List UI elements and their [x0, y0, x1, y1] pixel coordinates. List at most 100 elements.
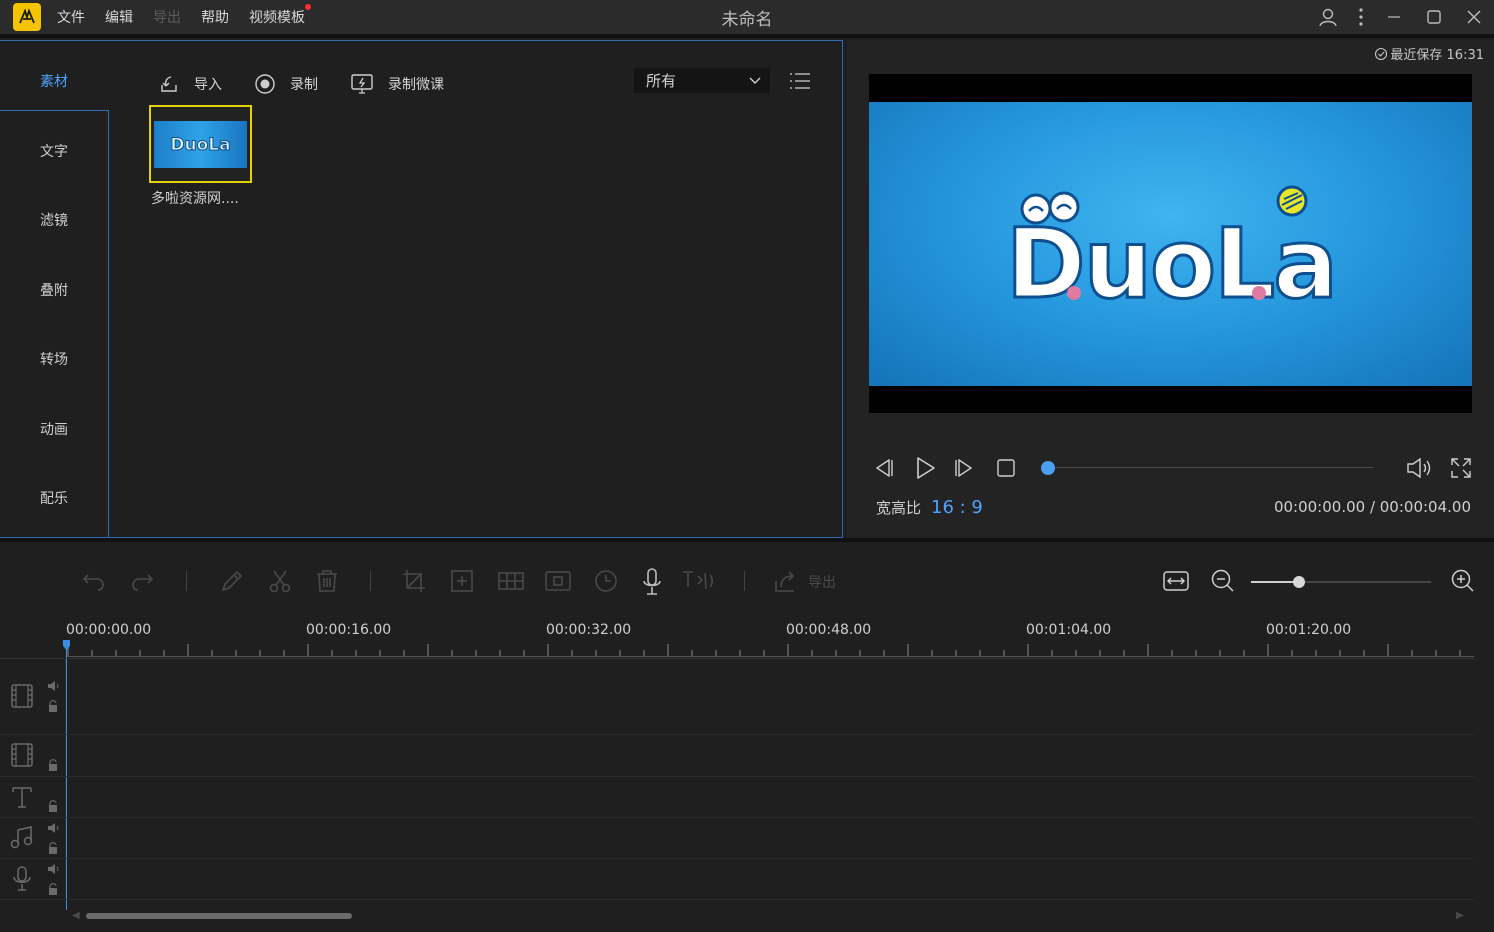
track-video-overlay[interactable] — [0, 735, 1474, 777]
ruler-label: 00:00:32.00 — [546, 622, 632, 638]
ruler-label: 00:00:16.00 — [306, 622, 392, 638]
timeline-scrollbar[interactable] — [86, 913, 352, 919]
window-controls — [1308, 0, 1494, 34]
lock-icon[interactable] — [47, 699, 59, 713]
scroll-right-arrow[interactable]: ▶ — [1456, 910, 1464, 921]
import-button[interactable]: 导入 — [158, 73, 222, 95]
scroll-left-arrow[interactable]: ◀ — [72, 910, 80, 921]
prev-frame-icon[interactable] — [872, 457, 896, 479]
record-button[interactable]: 录制 — [254, 73, 318, 95]
lock-icon[interactable] — [47, 758, 59, 772]
sidebar-item-music[interactable]: 配乐 — [0, 463, 108, 532]
seek-bar[interactable] — [1047, 467, 1373, 468]
media-item-thumbnail[interactable]: DuoLa — [149, 105, 252, 183]
duration-icon[interactable] — [592, 567, 620, 595]
zoom-out-icon[interactable] — [1210, 568, 1236, 594]
aspect-ratio-value[interactable]: 16 : 9 — [931, 497, 983, 518]
resize-icon[interactable] — [448, 567, 476, 595]
record-icon — [255, 74, 275, 94]
export-icon[interactable] — [772, 567, 800, 595]
sidebar-item-overlays[interactable]: 叠附 — [0, 255, 108, 324]
speaker-icon[interactable] — [46, 822, 60, 834]
sidebar-active-border — [0, 110, 108, 111]
lock-icon[interactable] — [47, 799, 59, 813]
fullscreen-icon[interactable] — [1449, 456, 1473, 480]
undo-icon[interactable] — [80, 567, 108, 595]
duola-logo: DuoLa — [1006, 185, 1336, 309]
timecode: 00:00:00.00 / 00:00:04.00 — [1273, 498, 1471, 516]
sidebar-item-text[interactable]: 文字 — [0, 116, 108, 185]
sidebar-item-media[interactable]: 素材 — [0, 46, 108, 115]
speaker-icon[interactable] — [46, 680, 60, 692]
menu-edit[interactable]: 编辑 — [105, 7, 133, 27]
ruler-label: 00:01:04.00 — [1026, 622, 1112, 638]
toolbar-separator — [744, 571, 745, 591]
redo-icon[interactable] — [128, 567, 156, 595]
track-header — [0, 659, 66, 734]
track-music[interactable] — [0, 818, 1474, 859]
media-toolbar: 导入 录制 录制微课 — [158, 70, 476, 98]
stop-icon[interactable] — [996, 458, 1016, 478]
timeline-export-label[interactable]: 导出 — [808, 572, 836, 592]
close-icon[interactable] — [1454, 0, 1494, 34]
microphone-icon[interactable] — [639, 567, 665, 597]
sidebar-item-filters[interactable]: 滤镜 — [0, 185, 108, 254]
toolbar-separator — [186, 571, 187, 591]
save-status-text: 最近保存 16:31 — [1390, 48, 1484, 63]
record-label: 录制 — [290, 77, 318, 93]
sidebar-divider — [108, 110, 109, 537]
menu-bar: 文件 编辑 导出 帮助 视频模板 — [57, 0, 325, 34]
ruler-label: 00:00:00.00 — [66, 622, 152, 638]
track-video-main[interactable] — [0, 659, 1474, 735]
text-to-speech-icon[interactable] — [680, 567, 718, 595]
media-filter-select[interactable]: 所有 — [634, 68, 770, 93]
zoom-in-icon[interactable] — [1450, 568, 1476, 594]
edit-icon[interactable] — [218, 567, 246, 595]
screen-record-icon — [351, 74, 373, 94]
menu-help[interactable]: 帮助 — [201, 7, 229, 27]
speaker-icon[interactable] — [46, 863, 60, 875]
track-voiceover[interactable] — [0, 859, 1474, 900]
record-lesson-label: 录制微课 — [388, 77, 444, 93]
play-icon[interactable] — [912, 455, 938, 481]
aspect-ratio: 宽高比 16 : 9 — [876, 497, 983, 518]
seek-handle[interactable] — [1041, 461, 1055, 475]
media-item-label: 多啦资源网.... — [151, 191, 239, 207]
freeze-frame-icon[interactable] — [543, 567, 573, 595]
title-divider — [0, 34, 1494, 38]
maximize-icon[interactable] — [1414, 0, 1454, 34]
list-view-icon[interactable] — [788, 71, 812, 91]
menu-export[interactable]: 导出 — [153, 7, 181, 27]
media-filter-value: 所有 — [646, 72, 677, 90]
thumbnail-logo-text: DuoLa — [170, 134, 231, 155]
account-icon[interactable] — [1308, 0, 1348, 34]
zoom-slider-handle[interactable] — [1293, 576, 1305, 588]
track-text[interactable] — [0, 777, 1474, 818]
video-track-icon — [11, 684, 33, 708]
next-frame-icon[interactable] — [952, 457, 976, 479]
microphone-track-icon — [13, 866, 31, 891]
track-header — [0, 818, 66, 858]
minimize-icon[interactable] — [1374, 0, 1414, 34]
cut-icon[interactable] — [266, 567, 294, 595]
menu-video-templates[interactable]: 视频模板 — [249, 4, 311, 27]
aspect-ratio-label: 宽高比 — [876, 499, 922, 517]
fit-timeline-icon[interactable] — [1162, 568, 1190, 594]
delete-icon[interactable] — [313, 567, 341, 595]
media-panel — [0, 40, 843, 538]
sidebar-item-transitions[interactable]: 转场 — [0, 324, 108, 393]
record-lesson-button[interactable]: 录制微课 — [350, 73, 444, 95]
menu-file[interactable]: 文件 — [57, 7, 85, 27]
mosaic-icon[interactable] — [496, 567, 526, 595]
timeline-ruler[interactable]: 00:00:00.00 00:00:16.00 00:00:32.00 00:0… — [66, 620, 1474, 658]
music-track-icon — [10, 826, 33, 849]
lock-icon[interactable] — [47, 882, 59, 896]
sidebar-item-animations[interactable]: 动画 — [0, 394, 108, 463]
crop-icon[interactable] — [400, 567, 428, 595]
more-options-icon[interactable] — [1348, 0, 1374, 34]
media-item-preview: DuoLa — [154, 121, 247, 168]
volume-icon[interactable] — [1405, 456, 1435, 480]
ruler-label: 00:00:48.00 — [786, 622, 872, 638]
text-track-icon — [12, 787, 32, 808]
lock-icon[interactable] — [47, 841, 59, 855]
